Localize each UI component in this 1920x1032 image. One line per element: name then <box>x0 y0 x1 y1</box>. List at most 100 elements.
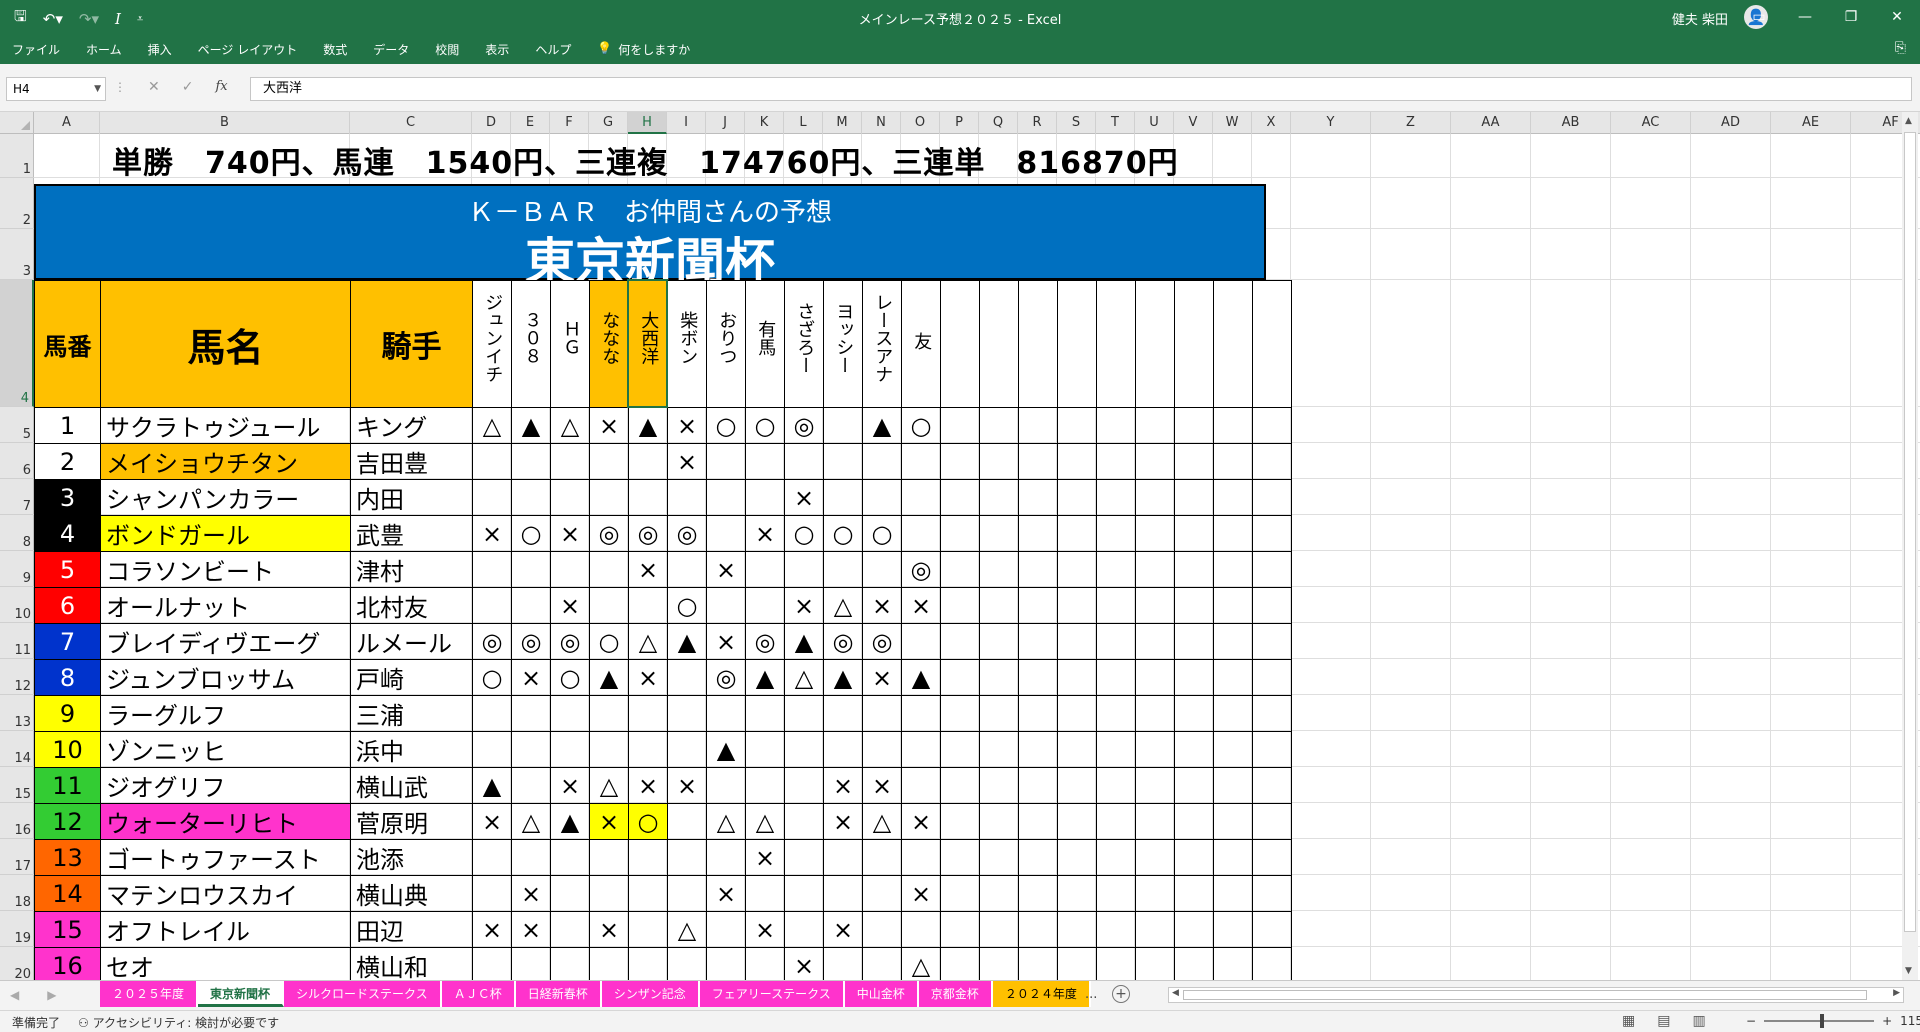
prediction-mark[interactable] <box>862 695 902 732</box>
prediction-mark[interactable] <box>1252 947 1292 980</box>
prediction-mark[interactable] <box>1018 731 1058 768</box>
prediction-mark[interactable] <box>1174 515 1214 552</box>
row-header[interactable]: 3 <box>0 229 34 280</box>
row-header[interactable]: 7 <box>0 479 34 515</box>
ribbon-tab[interactable]: データ <box>373 41 409 58</box>
prediction-mark[interactable]: × <box>784 947 824 980</box>
prediction-mark[interactable]: × <box>901 803 941 840</box>
prediction-mark[interactable] <box>979 587 1019 624</box>
prediction-mark[interactable] <box>1057 407 1097 444</box>
page-layout-view-icon[interactable]: ▤ <box>1657 1013 1670 1029</box>
prediction-mark[interactable]: △ <box>745 803 785 840</box>
prediction-mark[interactable] <box>1174 587 1214 624</box>
prediction-mark[interactable] <box>862 875 902 912</box>
vertical-scroll-thumb[interactable] <box>1904 132 1916 932</box>
prediction-mark[interactable]: × <box>823 911 863 948</box>
header-forecaster[interactable]: 友 <box>901 280 941 408</box>
column-header[interactable]: M <box>823 112 862 134</box>
jockey-name[interactable]: 池添 <box>350 839 473 876</box>
prediction-mark[interactable]: × <box>472 911 512 948</box>
sheet-tab[interactable]: 東京新聞杯 <box>198 981 285 1007</box>
sheet-tab[interactable]: フェアリーステークス <box>699 981 845 1007</box>
prediction-mark[interactable] <box>901 515 941 552</box>
prediction-mark[interactable]: ○ <box>901 407 941 444</box>
prediction-mark[interactable]: ○ <box>667 587 707 624</box>
prediction-mark[interactable] <box>511 731 551 768</box>
prediction-mark[interactable] <box>1135 407 1175 444</box>
page-break-view-icon[interactable]: ▥ <box>1692 1013 1705 1029</box>
row-header[interactable]: 14 <box>0 731 34 767</box>
horse-number[interactable]: 10 <box>34 731 101 768</box>
sheet-tab[interactable]: シルクロードステークス <box>284 981 442 1007</box>
prediction-mark[interactable]: ◎ <box>667 515 707 552</box>
prediction-mark[interactable] <box>511 695 551 732</box>
column-header[interactable]: AA <box>1451 112 1531 134</box>
row-header[interactable]: 9 <box>0 551 34 587</box>
prediction-mark[interactable] <box>628 731 668 768</box>
column-header[interactable]: K <box>745 112 784 134</box>
column-header[interactable]: B <box>100 112 350 134</box>
row-header[interactable]: 2 <box>0 178 34 229</box>
prediction-mark[interactable] <box>1135 479 1175 516</box>
prediction-mark[interactable] <box>940 443 980 480</box>
prediction-mark[interactable] <box>1213 623 1253 660</box>
prediction-mark[interactable] <box>1135 731 1175 768</box>
column-header[interactable]: Q <box>979 112 1018 134</box>
prediction-mark[interactable] <box>979 407 1019 444</box>
prediction-mark[interactable]: × <box>862 587 902 624</box>
header-forecaster[interactable]: ３０８ <box>511 280 551 408</box>
prediction-mark[interactable] <box>1096 803 1136 840</box>
horse-name[interactable]: ゴートゥファースト <box>100 839 351 876</box>
sheet-tab[interactable]: 中山金杯 <box>844 981 919 1007</box>
prediction-mark[interactable] <box>940 479 980 516</box>
row-header[interactable]: 18 <box>0 875 34 911</box>
prediction-mark[interactable] <box>1213 947 1253 980</box>
jockey-name[interactable]: 戸崎 <box>350 659 473 696</box>
prediction-mark[interactable] <box>667 695 707 732</box>
prediction-mark[interactable] <box>628 875 668 912</box>
jockey-name[interactable]: キング <box>350 407 473 444</box>
prediction-mark[interactable]: × <box>550 767 590 804</box>
ribbon-tab[interactable]: 数式 <box>323 41 347 58</box>
prediction-mark[interactable]: △ <box>511 803 551 840</box>
prediction-mark[interactable] <box>1252 803 1292 840</box>
prediction-mark[interactable]: ○ <box>472 659 512 696</box>
prediction-mark[interactable] <box>745 875 785 912</box>
prediction-mark[interactable]: × <box>628 551 668 588</box>
prediction-mark[interactable]: × <box>784 587 824 624</box>
jockey-name[interactable]: 吉田豊 <box>350 443 473 480</box>
prediction-mark[interactable]: ◎ <box>550 623 590 660</box>
prediction-mark[interactable] <box>706 587 746 624</box>
prediction-mark[interactable]: × <box>823 803 863 840</box>
prediction-mark[interactable] <box>1174 767 1214 804</box>
prediction-mark[interactable]: △ <box>901 947 941 980</box>
prediction-mark[interactable] <box>823 731 863 768</box>
prediction-mark[interactable]: ◎ <box>823 623 863 660</box>
prediction-mark[interactable]: × <box>472 803 512 840</box>
prediction-mark[interactable] <box>706 839 746 876</box>
jockey-name[interactable]: 内田 <box>350 479 473 516</box>
prediction-mark[interactable] <box>550 695 590 732</box>
ribbon-tab[interactable]: 表示 <box>485 41 509 58</box>
prediction-mark[interactable] <box>901 623 941 660</box>
prediction-mark[interactable] <box>1213 767 1253 804</box>
prediction-mark[interactable] <box>511 839 551 876</box>
prediction-mark[interactable] <box>1018 659 1058 696</box>
prediction-mark[interactable]: × <box>511 911 551 948</box>
ribbon-tab[interactable]: ファイル <box>12 41 60 58</box>
prediction-mark[interactable]: × <box>589 911 629 948</box>
horse-name[interactable]: オールナット <box>100 587 351 624</box>
prediction-mark[interactable] <box>862 443 902 480</box>
prediction-mark[interactable] <box>1096 479 1136 516</box>
prediction-mark[interactable] <box>979 623 1019 660</box>
prediction-mark[interactable] <box>823 839 863 876</box>
prediction-mark[interactable] <box>1018 407 1058 444</box>
header-forecaster[interactable] <box>1018 280 1058 408</box>
prediction-mark[interactable]: × <box>628 767 668 804</box>
prediction-mark[interactable] <box>823 947 863 980</box>
prediction-mark[interactable] <box>862 479 902 516</box>
prediction-mark[interactable]: ▲ <box>784 623 824 660</box>
zoom-slider-knob[interactable] <box>1820 1014 1825 1028</box>
header-forecaster[interactable]: ヨッシー <box>823 280 863 408</box>
prediction-mark[interactable] <box>1252 515 1292 552</box>
